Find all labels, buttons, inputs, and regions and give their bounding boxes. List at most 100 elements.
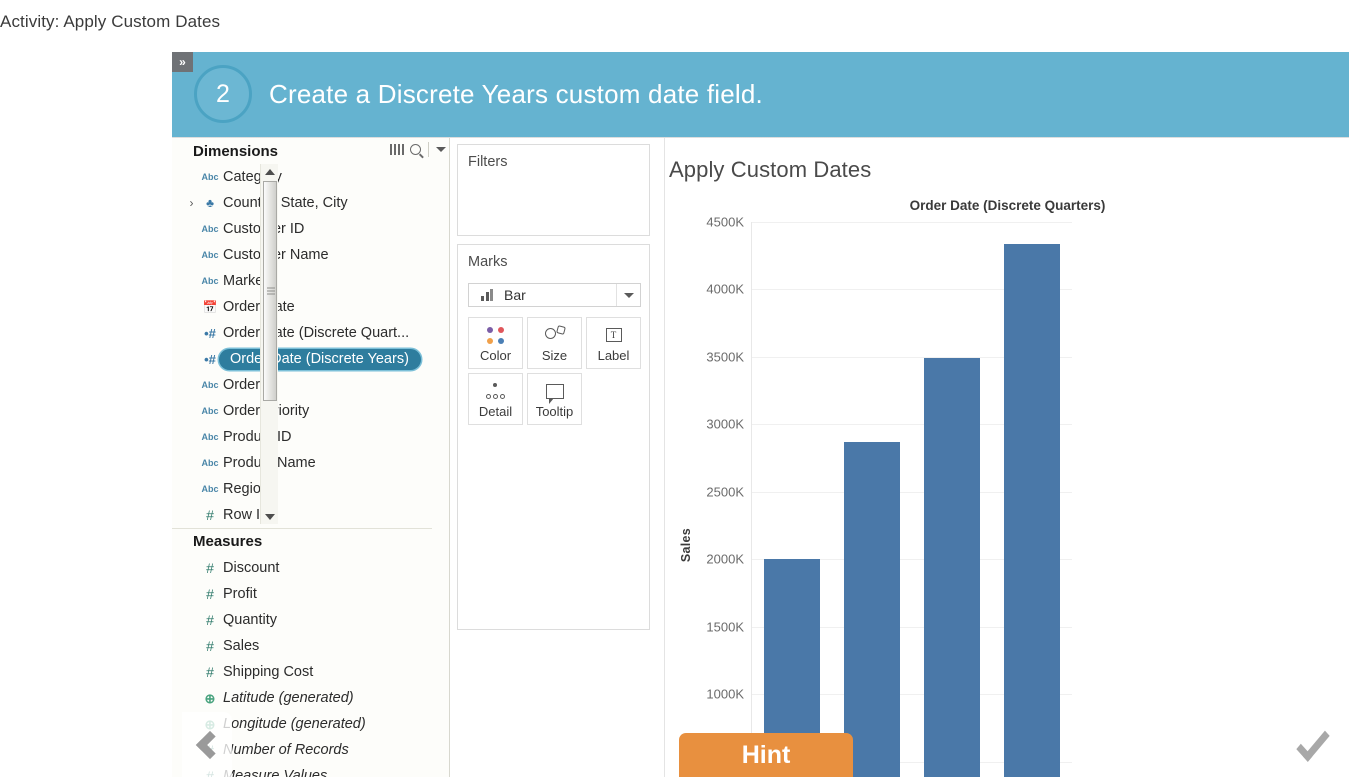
dimension-item[interactable]: •# Order Date (Discrete Years) [172, 346, 432, 372]
chevron-down-icon[interactable] [436, 147, 446, 152]
size-shelf[interactable]: Size [527, 317, 582, 369]
dimension-item[interactable]: Abc Order ID [172, 372, 432, 398]
measure-label: Profit [223, 586, 257, 602]
dimension-item[interactable]: › ♣ Country, State, City [172, 190, 432, 216]
detail-shelf-label: Detail [478, 404, 513, 419]
bar-chart-icon [475, 289, 499, 301]
geo-icon: ⊕ [204, 690, 216, 706]
scrollbar-thumb[interactable] [263, 181, 277, 401]
gridline [752, 222, 1072, 223]
dimension-label: Order Date (Discrete Years) [219, 348, 421, 370]
abc-icon: Abc [201, 405, 219, 416]
cards-column: Filters Marks Bar Color Size T Label Det… [450, 138, 664, 777]
y-axis-tick-label: 2500K [706, 484, 744, 500]
dimensions-label: Dimensions [193, 142, 279, 160]
toolbar-divider [428, 142, 429, 157]
color-shelf[interactable]: Color [468, 317, 523, 369]
grid-view-icon[interactable] [390, 144, 404, 155]
previous-step-button[interactable] [182, 712, 232, 777]
dimension-item[interactable]: Abc Region [172, 476, 432, 502]
size-icon [544, 323, 566, 347]
measures-label: Measures [193, 533, 263, 550]
label-shelf-label: Label [597, 348, 630, 363]
worksheet-title: Apply Custom Dates [669, 157, 872, 182]
filters-card[interactable]: Filters [457, 144, 650, 236]
detail-icon [485, 379, 506, 403]
hint-button[interactable]: Hint [679, 733, 853, 777]
dimension-item[interactable]: Abc Product Name [172, 450, 432, 476]
color-dots-icon [487, 323, 504, 347]
measure-label: Measure Values [223, 768, 328, 777]
measure-item[interactable]: # Quantity [172, 607, 432, 633]
done-button[interactable] [1277, 717, 1349, 777]
y-axis-tick-label: 3000K [706, 416, 744, 432]
step-instruction: Create a Discrete Years custom date fiel… [269, 79, 763, 109]
dimension-item[interactable]: Abc Market [172, 268, 432, 294]
dimension-item[interactable]: Abc Customer ID [172, 216, 432, 242]
y-axis-tick-label: 3500K [706, 349, 744, 365]
bar-mark[interactable] [924, 358, 980, 777]
scroll-up-arrow[interactable] [261, 164, 279, 179]
tooltip-shelf-label: Tooltip [535, 404, 574, 419]
dimension-label: Order Date (Discrete Quart... [223, 325, 410, 341]
dimension-item[interactable]: •# Order Date (Discrete Quart... [172, 320, 432, 346]
dimension-item[interactable]: # Row ID [172, 502, 432, 528]
activity-screen: Activity: Apply Custom Dates 2 Create a … [0, 0, 1349, 777]
dimension-item[interactable]: Abc Order Priority [172, 398, 432, 424]
scroll-down-arrow[interactable] [261, 509, 279, 524]
label-shelf[interactable]: T Label [586, 317, 641, 369]
bar-mark[interactable] [1004, 243, 1060, 777]
search-icon[interactable] [410, 144, 421, 155]
label-icon: T [605, 323, 622, 347]
abc-icon: Abc [201, 457, 219, 468]
dimension-item[interactable]: Abc Customer Name [172, 242, 432, 268]
worksheet-view: Apply Custom Dates Order Date (Discrete … [664, 138, 1349, 777]
dimension-label: Country, State, City [223, 195, 348, 211]
tooltip-icon [545, 379, 564, 404]
abc-icon: Abc [201, 171, 219, 182]
abc-icon: Abc [201, 431, 219, 442]
bar-mark[interactable] [844, 441, 900, 777]
measure-item[interactable]: # Shipping Cost [172, 659, 432, 685]
y-axis-tick-label: 1000K [706, 686, 744, 702]
measure-label: Shipping Cost [223, 664, 314, 680]
measure-label: Latitude (generated) [223, 690, 354, 706]
measure-label: Longitude (generated) [223, 716, 366, 732]
chevron-left-icon [195, 730, 225, 759]
dimension-item[interactable]: Abc Category [172, 164, 432, 190]
step-banner: 2 Create a Discrete Years custom date fi… [172, 52, 1349, 137]
dimension-label: Order Date [223, 299, 295, 315]
marks-card[interactable]: Marks Bar Color Size T Label Detail Tool… [457, 244, 650, 630]
marks-title: Marks [468, 254, 508, 270]
marks-shelves: Color Size T Label Detail Tooltip [468, 317, 643, 425]
number-icon: # [206, 638, 214, 654]
measure-label: Number of Records [223, 742, 349, 758]
pane-divider [172, 528, 432, 529]
number-icon: # [206, 664, 214, 680]
mark-type-dropdown[interactable]: Bar [468, 283, 641, 307]
detail-shelf[interactable]: Detail [468, 373, 523, 425]
number-icon: # [206, 507, 214, 523]
dimensions-header: Dimensions [172, 138, 450, 164]
chevron-double-right-icon[interactable]: » [172, 52, 193, 72]
tooltip-shelf[interactable]: Tooltip [527, 373, 582, 425]
column-field-header[interactable]: Order Date (Discrete Quarters) [665, 198, 1349, 213]
y-axis-tick-label: 4500K [706, 214, 744, 230]
dimension-item[interactable]: Abc Product ID [172, 424, 432, 450]
abc-icon: Abc [201, 223, 219, 234]
filters-title: Filters [468, 154, 508, 170]
dimensions-scrollbar[interactable] [260, 164, 278, 524]
expand-arrow-icon[interactable]: › [186, 197, 197, 209]
measure-label: Discount [223, 560, 280, 576]
measure-item[interactable]: # Profit [172, 581, 432, 607]
measure-item[interactable]: # Sales [172, 633, 432, 659]
step-number-badge: 2 [194, 65, 252, 123]
measure-item[interactable]: ⊕ Latitude (generated) [172, 685, 432, 711]
color-shelf-label: Color [479, 348, 512, 363]
measure-label: Sales [223, 638, 260, 654]
chevron-down-icon[interactable] [616, 284, 640, 306]
measure-item[interactable]: # Discount [172, 555, 432, 581]
dimension-item[interactable]: 📅 Order Date [172, 294, 432, 320]
dimensions-list: Abc Category › ♣ Country, State, City Abc Cust… [172, 164, 432, 528]
discrete-number-icon: •# [204, 325, 216, 341]
